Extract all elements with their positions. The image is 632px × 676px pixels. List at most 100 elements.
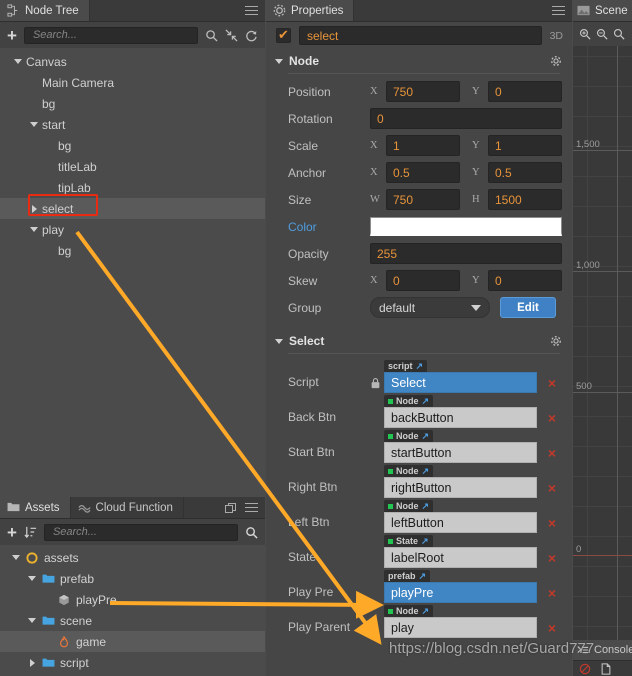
node-enabled-checkbox[interactable]: [276, 27, 291, 43]
open-reference-icon[interactable]: ↗: [422, 396, 430, 407]
tree-item-bg[interactable]: bg: [0, 240, 265, 261]
zoom-out-icon[interactable]: [596, 28, 608, 40]
color-swatch[interactable]: [370, 217, 562, 236]
open-reference-icon[interactable]: ↗: [416, 361, 424, 372]
sort-icon[interactable]: [24, 526, 37, 539]
clear-reference-button[interactable]: ×: [542, 582, 562, 603]
node-section-header[interactable]: Node: [266, 49, 572, 73]
chevron-right-icon[interactable]: [28, 203, 40, 215]
size-x-input[interactable]: 750: [386, 189, 460, 210]
clear-reference-button[interactable]: ×: [542, 407, 562, 428]
assets-search[interactable]: [43, 523, 238, 541]
dimension-badge: 3D: [549, 29, 563, 42]
search-icon[interactable]: [245, 526, 258, 539]
back-btn-reference-field[interactable]: backButton: [384, 407, 537, 428]
chevron-right-icon[interactable]: [26, 657, 38, 669]
zoom-in-icon[interactable]: [579, 28, 591, 40]
select-section-header[interactable]: Select: [266, 329, 572, 353]
group-select[interactable]: default: [370, 297, 490, 318]
tab-node-tree[interactable]: Node Tree: [0, 0, 90, 21]
node-tree-search[interactable]: [23, 26, 198, 44]
opacity-input[interactable]: 255: [370, 243, 562, 264]
tab-assets[interactable]: Assets: [0, 497, 71, 518]
tree-item-start[interactable]: start: [0, 114, 265, 135]
clear-reference-button[interactable]: ×: [542, 547, 562, 568]
asset-item-script[interactable]: script: [0, 652, 265, 673]
anchor-y-input[interactable]: 0.5: [488, 162, 562, 183]
zoom-fit-icon[interactable]: [613, 28, 625, 40]
clear-reference-button[interactable]: ×: [542, 442, 562, 463]
tree-item-select[interactable]: select: [0, 198, 265, 219]
play-pre-reference-field[interactable]: playPre: [384, 582, 537, 603]
open-reference-icon[interactable]: ↗: [422, 431, 430, 442]
tree-item-bg[interactable]: bg: [0, 93, 265, 114]
asset-item-game[interactable]: game: [0, 631, 265, 652]
asset-item-prefab[interactable]: prefab: [0, 568, 265, 589]
search-icon[interactable]: [205, 29, 218, 42]
clear-icon[interactable]: [579, 663, 591, 675]
chevron-down-icon[interactable]: [12, 56, 24, 68]
node-name-input[interactable]: [299, 26, 542, 45]
open-reference-icon[interactable]: ↗: [422, 606, 430, 617]
script-reference-field[interactable]: Select: [384, 372, 537, 393]
open-reference-icon[interactable]: ↗: [421, 536, 429, 547]
asset-item-scene[interactable]: scene: [0, 610, 265, 631]
tree-item-bg[interactable]: bg: [0, 135, 265, 156]
chevron-down-icon[interactable]: [26, 615, 38, 627]
tab-cloud-function[interactable]: Cloud Function: [70, 497, 184, 518]
chevron-down-icon[interactable]: [28, 119, 40, 131]
clear-reference-button[interactable]: ×: [542, 617, 562, 638]
search-input[interactable]: [30, 28, 191, 42]
position-x-input[interactable]: 750: [386, 81, 460, 102]
chevron-down-icon[interactable]: [10, 552, 22, 564]
tree-item-tiplab[interactable]: tipLab: [0, 177, 265, 198]
chevron-down-icon[interactable]: [28, 224, 40, 236]
scale-y-input[interactable]: 1: [488, 135, 562, 156]
asset-item-assets[interactable]: assets: [0, 547, 265, 568]
tree-item-canvas[interactable]: Canvas: [0, 51, 265, 72]
assets-menu-icon[interactable]: [245, 502, 258, 513]
tree-item-titlelab[interactable]: titleLab: [0, 156, 265, 177]
tree-item-main-camera[interactable]: Main Camera: [0, 72, 265, 93]
anchor-x-input[interactable]: 0.5: [386, 162, 460, 183]
state-reference-field[interactable]: labelRoot: [384, 547, 537, 568]
scale-x-input[interactable]: 1: [386, 135, 460, 156]
rotation-input[interactable]: 0: [370, 108, 562, 129]
right-btn-reference-field[interactable]: rightButton: [384, 477, 537, 498]
clear-reference-button[interactable]: ×: [542, 477, 562, 498]
reference-wrapper: prefab ↗ playPre: [384, 570, 537, 603]
properties-menu-icon[interactable]: [552, 5, 565, 16]
play-parent-reference-field[interactable]: play: [384, 617, 537, 638]
tree-item-play[interactable]: play: [0, 219, 265, 240]
scene-viewport[interactable]: 1,500 1,000 500 0: [573, 46, 632, 640]
skew-x-input[interactable]: 0: [386, 270, 460, 291]
tab-scene[interactable]: Scene: [573, 0, 632, 21]
add-node-button[interactable]: +: [7, 27, 17, 44]
open-reference-icon[interactable]: ↗: [419, 571, 427, 582]
position-y-input[interactable]: 0: [488, 81, 562, 102]
reference-wrapper: Node ↗ leftButton: [384, 500, 537, 533]
component-label-script: Script: [288, 375, 319, 389]
left-btn-reference-field[interactable]: leftButton: [384, 512, 537, 533]
gear-icon[interactable]: [550, 55, 562, 67]
panel-menu-icon[interactable]: [245, 5, 258, 16]
tab-properties[interactable]: Properties: [266, 0, 355, 21]
clear-reference-button[interactable]: ×: [542, 512, 562, 533]
refresh-icon[interactable]: [245, 29, 258, 42]
tree-item-label: select: [42, 201, 74, 216]
open-reference-icon[interactable]: ↗: [422, 466, 430, 477]
edit-group-button[interactable]: Edit: [500, 297, 556, 318]
asset-item-playpre[interactable]: playPre: [0, 589, 265, 610]
skew-y-input[interactable]: 0: [488, 270, 562, 291]
gear-icon[interactable]: [550, 335, 562, 347]
file-icon[interactable]: [600, 662, 612, 675]
open-reference-icon[interactable]: ↗: [422, 501, 430, 512]
add-asset-button[interactable]: +: [7, 524, 17, 541]
assets-search-input[interactable]: [50, 525, 231, 539]
duplicate-panel-icon[interactable]: [225, 502, 237, 514]
clear-reference-button[interactable]: ×: [542, 372, 562, 393]
collapse-icon[interactable]: [225, 28, 238, 42]
chevron-down-icon[interactable]: [26, 573, 38, 585]
start-btn-reference-field[interactable]: startButton: [384, 442, 537, 463]
size-y-input[interactable]: 1500: [488, 189, 562, 210]
